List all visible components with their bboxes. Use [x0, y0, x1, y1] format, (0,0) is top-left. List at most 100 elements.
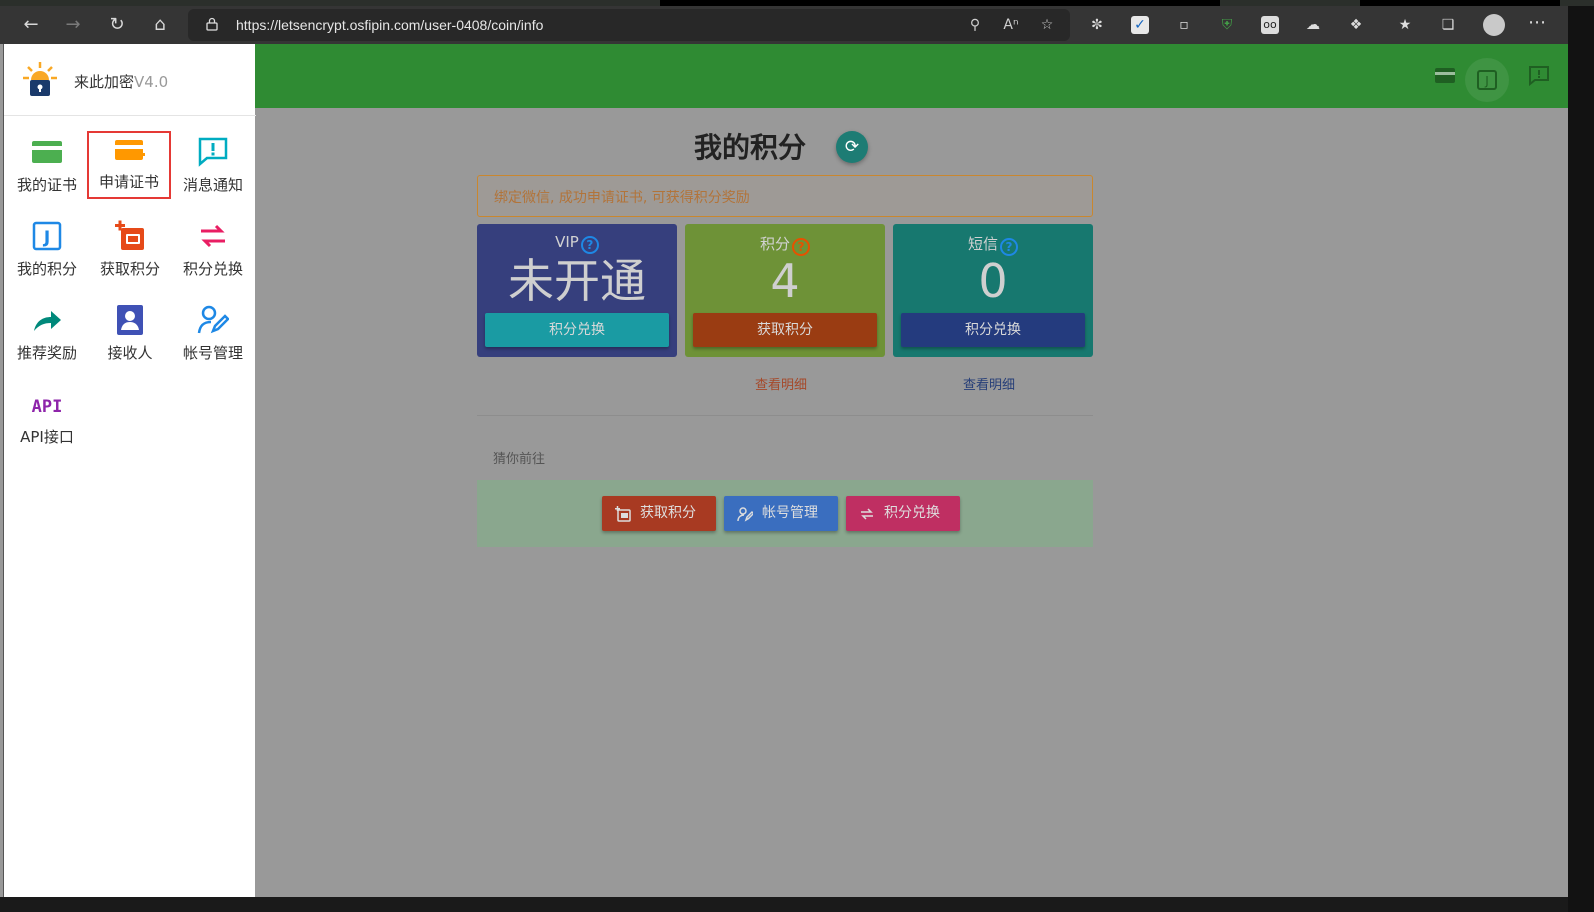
cloud-extension-icon[interactable]: ☁	[1304, 16, 1322, 34]
read-aloud-icon[interactable]: Aⁿ	[1002, 16, 1020, 34]
back-arrow-icon[interactable]: ←	[21, 15, 41, 35]
quick-button-label: 帐号管理	[762, 505, 818, 521]
notice-text: 绑定微信, 成功申请证书, 可获得积分奖励	[494, 190, 750, 206]
app-header-bar: J	[255, 44, 1568, 108]
message-alert-icon	[198, 137, 228, 167]
sms-detail-link[interactable]: 查看明细	[963, 374, 1015, 393]
sidebar-item-get-points[interactable]: 获取积分	[89, 214, 169, 284]
address-bar[interactable]: https://letsencrypt.osfipin.com/user-040…	[188, 9, 1070, 41]
sidebar-item-label: 帐号管理	[182, 344, 243, 362]
reload-icon[interactable]: ↻	[107, 15, 127, 35]
add-points-icon	[115, 220, 144, 250]
card-title: VIP?	[477, 233, 677, 254]
sms-card: 短信? 0 积分兑换	[893, 224, 1093, 357]
page: J 来此加密V4.0 我的证书 申请证书 消息通知 J 我的积分 获取积分 积分…	[0, 44, 1568, 897]
svg-text:J: J	[43, 228, 50, 248]
help-question-icon[interactable]: ?	[580, 236, 599, 254]
translate-extension-icon[interactable]: ✓	[1131, 16, 1149, 34]
sidebar-item-referral-reward[interactable]: 推荐奖励	[6, 298, 86, 368]
browser-toolbar: ← → ↻ ⌂ https://letsencrypt.osfipin.com/…	[0, 6, 1568, 44]
svg-text:API: API	[32, 397, 63, 417]
api-icon: API	[32, 397, 63, 417]
share-arrow-icon	[34, 311, 61, 331]
message-alert-icon[interactable]	[1528, 64, 1550, 86]
quick-points-exchange-button[interactable]: 积分兑换	[846, 496, 960, 531]
quick-account-management-button[interactable]: 帐号管理	[724, 496, 838, 531]
card-action-button[interactable]: 积分兑换	[485, 313, 669, 347]
sidebar-drawer: 来此加密V4.0 我的证书 申请证书 消息通知 J 我的积分 获取积分 积分兑换	[3, 44, 256, 897]
points-j-icon: J	[32, 221, 62, 251]
sidebar-item-label: API接口	[20, 428, 74, 446]
lock-icon	[206, 17, 218, 31]
sidebar-item-label: 申请证书	[98, 173, 159, 191]
card-action-button[interactable]: 积分兑换	[901, 313, 1085, 347]
sidebar-item-label: 积分兑换	[182, 260, 243, 278]
quick-links-panel: 获取积分 帐号管理 积分兑换	[477, 480, 1093, 547]
url-text[interactable]: https://letsencrypt.osfipin.com/user-040…	[236, 17, 543, 33]
brand-title: 来此加密	[74, 73, 135, 91]
sidebar-item-label: 获取积分	[99, 260, 160, 278]
page-title: 我的积分	[694, 131, 807, 164]
forward-arrow-icon[interactable]: →	[63, 15, 83, 35]
card-value: 0	[978, 254, 1008, 308]
home-icon[interactable]: ⌂	[150, 15, 170, 35]
game-extension-icon[interactable]: oo	[1261, 16, 1279, 34]
refresh-icon[interactable]: ⟳	[836, 131, 868, 163]
profile-avatar[interactable]	[1483, 14, 1505, 36]
brand-name: 来此加密V4.0	[74, 71, 168, 92]
sidebar-item-label: 消息通知	[182, 176, 243, 194]
swap-arrows-icon	[861, 508, 873, 520]
collections-icon[interactable]: ❏	[1439, 16, 1457, 34]
add-points-icon	[615, 506, 631, 522]
sidebar-item-account-management[interactable]: 帐号管理	[172, 298, 252, 368]
sidebar-item-api[interactable]: API API接口	[6, 382, 86, 452]
more-menu-icon[interactable]: ⋯	[1528, 12, 1547, 33]
extensions-puzzle-icon[interactable]: ❖	[1347, 16, 1365, 34]
card-action-button[interactable]: 获取积分	[693, 313, 877, 347]
favorites-icon[interactable]: ★	[1396, 16, 1414, 34]
vip-card: VIP? 未开通 积分兑换	[477, 224, 677, 357]
sidebar-item-label: 推荐奖励	[16, 344, 77, 362]
sidebar-item-label: 我的证书	[16, 176, 77, 194]
quick-get-points-button[interactable]: 获取积分	[602, 496, 716, 531]
sidebar-item-apply-certificate[interactable]: 申请证书	[87, 131, 171, 199]
card-title-text: 短信	[967, 235, 998, 253]
brand-version: V4.0	[134, 73, 169, 91]
certificate-card-icon[interactable]	[1434, 64, 1456, 86]
sidebar-item-label: 我的积分	[16, 260, 77, 278]
card-value: 未开通	[508, 254, 646, 308]
divider	[477, 415, 1093, 416]
points-button[interactable]: J	[1465, 58, 1509, 102]
sidebar-item-recipients[interactable]: 接收人	[89, 298, 169, 368]
window-right-edge	[1568, 6, 1594, 912]
user-edit-icon	[737, 507, 753, 522]
swap-arrows-icon	[201, 224, 225, 248]
extension-icon[interactable]: ✼	[1088, 16, 1106, 34]
card-value: 4	[770, 254, 800, 308]
favorite-add-icon[interactable]: ☆	[1038, 16, 1056, 34]
sidebar-item-notifications[interactable]: 消息通知	[172, 130, 252, 200]
sidebar-item-my-certificates[interactable]: 我的证书	[6, 130, 86, 200]
window-bottom-edge	[0, 897, 1568, 912]
card-title-text: 积分	[759, 235, 790, 253]
certificate-card-icon	[32, 141, 62, 163]
add-card-icon	[115, 140, 145, 160]
sidebar-item-label: 接收人	[107, 344, 153, 362]
points-j-icon: J	[1477, 70, 1497, 90]
points-detail-link[interactable]: 查看明细	[755, 374, 807, 393]
reader-extension-icon[interactable]: ▫	[1175, 16, 1193, 34]
brand-header: 来此加密V4.0	[4, 44, 256, 116]
logo-icon	[23, 62, 57, 96]
guess-label: 猜你前往	[493, 452, 546, 467]
contact-card-icon	[117, 305, 143, 335]
points-card: 积分? 4 获取积分	[685, 224, 885, 357]
quick-button-label: 获取积分	[640, 505, 696, 521]
user-edit-icon	[197, 305, 229, 334]
sidebar-item-my-points[interactable]: J 我的积分	[6, 214, 86, 284]
sidebar-item-points-exchange[interactable]: 积分兑换	[172, 214, 252, 284]
notice-banner: 绑定微信, 成功申请证书, 可获得积分奖励	[477, 175, 1093, 217]
quick-button-label: 积分兑换	[884, 505, 940, 521]
key-icon[interactable]: ⚲	[966, 16, 984, 34]
shield-extension-icon[interactable]: ⛨	[1218, 16, 1236, 34]
svg-text:J: J	[1484, 74, 1489, 88]
